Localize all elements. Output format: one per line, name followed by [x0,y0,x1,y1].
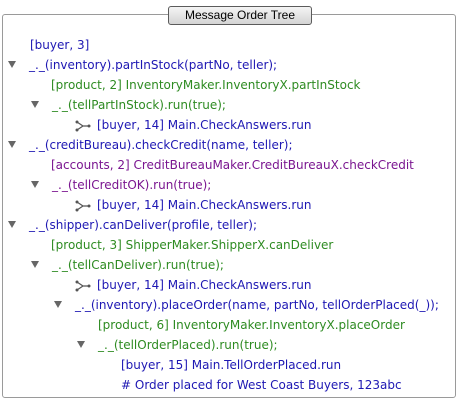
tree-row-tellcandeliver[interactable]: _._(tellCanDeliver).run(true); [52,256,224,274]
tree-row-buyer-14[interactable]: [buyer, 14] Main.CheckAnswers.run [97,276,312,294]
tree-row-tellcreditok[interactable]: _._(tellCreditOK).run(true); [52,176,211,194]
disclosure-triangle-expanded-icon[interactable] [8,61,16,68]
disclosure-triangle-expanded-icon[interactable] [54,301,62,308]
tree-row-buyer-15[interactable]: [buyer, 15] Main.TellOrderPlaced.run [121,356,341,374]
tree-row-buyer-3[interactable]: [buyer, 3] [30,36,89,54]
tree-row-product-6[interactable]: [product, 6] InventoryMaker.InventoryX.p… [98,316,405,334]
message-order-tree: [buyer, 3] _._(inventory).partInStock(pa… [0,0,460,401]
message-order-tree-button[interactable]: Message Order Tree [168,6,312,25]
tree-row-checkcredit-call[interactable]: _._(creditBureau).checkCredit(name, tell… [29,136,293,154]
message-branch-icon [75,118,91,132]
tree-row-buyer-14[interactable]: [buyer, 14] Main.CheckAnswers.run [97,196,312,214]
disclosure-triangle-expanded-icon[interactable] [77,341,85,348]
tree-row-partinstock-call[interactable]: _._(inventory).partInStock(partNo, telle… [29,56,277,74]
tree-row-order-note[interactable]: # Order placed for West Coast Buyers, 12… [121,376,402,394]
tree-row-placeorder-call[interactable]: _._(inventory).placeOrder(name, partNo, … [75,296,439,314]
message-branch-icon [75,278,91,292]
disclosure-triangle-expanded-icon[interactable] [31,101,39,108]
disclosure-triangle-expanded-icon[interactable] [31,181,39,188]
tree-row-tellorderplaced[interactable]: _._(tellOrderPlaced).run(true); [98,336,278,354]
tree-row-product-3[interactable]: [product, 3] ShipperMaker.ShipperX.canDe… [51,236,333,254]
disclosure-triangle-expanded-icon[interactable] [31,261,39,268]
message-branch-icon [75,198,91,212]
tree-row-candeliver-call[interactable]: _._(shipper).canDeliver(profile, teller)… [29,216,257,234]
tree-row-accounts-2[interactable]: [accounts, 2] CreditBureauMaker.CreditBu… [51,156,414,174]
tree-row-buyer-14[interactable]: [buyer, 14] Main.CheckAnswers.run [97,116,312,134]
tree-row-product-2[interactable]: [product, 2] InventoryMaker.InventoryX.p… [51,76,361,94]
tree-row-tellpartinstock[interactable]: _._(tellPartInStock).run(true); [52,96,226,114]
disclosure-triangle-expanded-icon[interactable] [8,221,16,228]
disclosure-triangle-expanded-icon[interactable] [8,141,16,148]
